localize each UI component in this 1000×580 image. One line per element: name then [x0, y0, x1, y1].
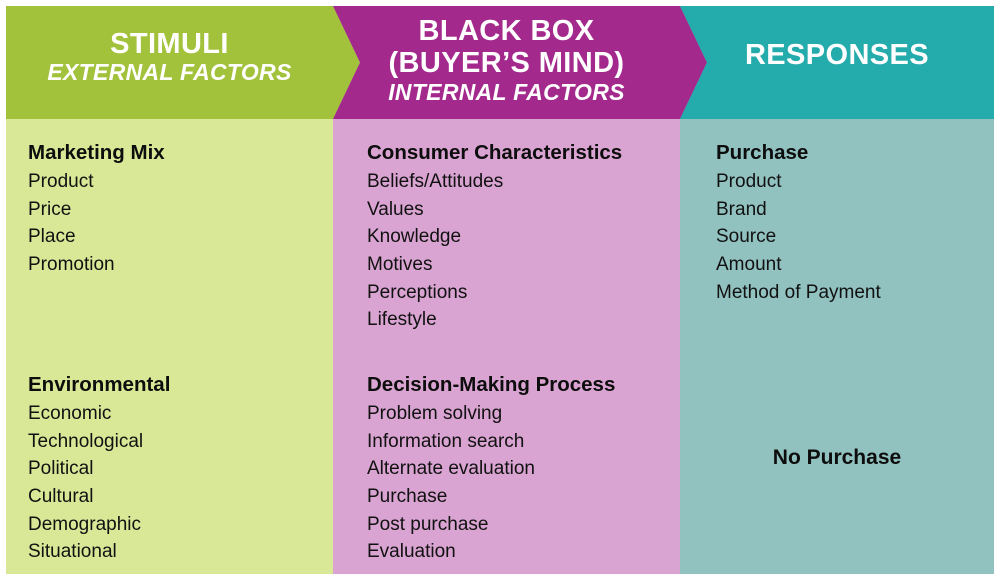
list-item: Product: [716, 171, 782, 193]
group-list-environmental: Economic Technological Political Cultura…: [28, 400, 170, 566]
group-list-marketing-mix: Product Price Place Promotion: [28, 168, 165, 279]
group-purchase: Purchase Product Brand Source Amount Met…: [716, 139, 881, 306]
header-band: [6, 6, 994, 119]
list-item: Method of Payment: [716, 281, 881, 303]
list-item: Beliefs/Attitudes: [367, 171, 504, 193]
list-item: Situational: [28, 541, 117, 563]
list-item: Cultural: [28, 485, 94, 507]
list-item: Knowledge: [367, 226, 462, 248]
header-chevron-stimuli: [6, 6, 360, 119]
buyer-behaviour-diagram: STIMULI EXTERNAL FACTORS BLACK BOX (BUYE…: [0, 0, 1000, 580]
list-item: Amount: [716, 253, 782, 275]
group-title-consumer-characteristics: Consumer Characteristics: [367, 141, 623, 164]
list-item: Technological: [28, 430, 144, 452]
list-item: Promotion: [28, 253, 115, 275]
list-item: Motives: [367, 253, 433, 275]
group-title-environmental: Environmental: [28, 373, 171, 396]
list-item: Lifestyle: [367, 309, 437, 331]
group-environmental: Environmental Economic Technological Pol…: [28, 371, 170, 566]
list-item: Product: [28, 171, 94, 193]
group-title-purchase: Purchase: [716, 141, 809, 164]
list-item: Information search: [367, 430, 525, 452]
group-decision-making-process: Decision-Making Process Problem solving …: [367, 371, 615, 566]
group-marketing-mix: Marketing Mix Product Price Place Promot…: [28, 139, 165, 279]
label-no-purchase: No Purchase: [772, 446, 902, 469]
list-item: Place: [28, 226, 76, 248]
header-chevron-responses: [680, 6, 994, 119]
list-item: Brand: [716, 198, 767, 220]
list-item: Political: [28, 458, 94, 480]
list-item: Evaluation: [367, 541, 456, 563]
list-item: Economic: [28, 403, 112, 425]
list-item: Purchase: [367, 485, 448, 507]
list-item: Perceptions: [367, 281, 468, 303]
group-title-marketing-mix: Marketing Mix: [28, 141, 165, 164]
group-list-purchase: Product Brand Source Amount Method of Pa…: [716, 168, 881, 306]
list-item: Problem solving: [367, 403, 503, 425]
list-item: Price: [28, 198, 72, 220]
group-title-decision-making-process: Decision-Making Process: [367, 373, 616, 396]
group-consumer-characteristics: Consumer Characteristics Beliefs/Attitud…: [367, 139, 622, 334]
list-item: Post purchase: [367, 513, 489, 535]
list-item: Source: [716, 226, 777, 248]
header-chevron-black-box: [333, 6, 707, 119]
group-list-decision-making-process: Problem solving Information search Alter…: [367, 400, 615, 566]
list-item: Values: [367, 198, 424, 220]
list-item: Alternate evaluation: [367, 458, 535, 480]
group-list-consumer-characteristics: Beliefs/Attitudes Values Knowledge Motiv…: [367, 168, 622, 334]
diagram-frame: STIMULI EXTERNAL FACTORS BLACK BOX (BUYE…: [6, 6, 994, 574]
list-item: Demographic: [28, 513, 141, 535]
